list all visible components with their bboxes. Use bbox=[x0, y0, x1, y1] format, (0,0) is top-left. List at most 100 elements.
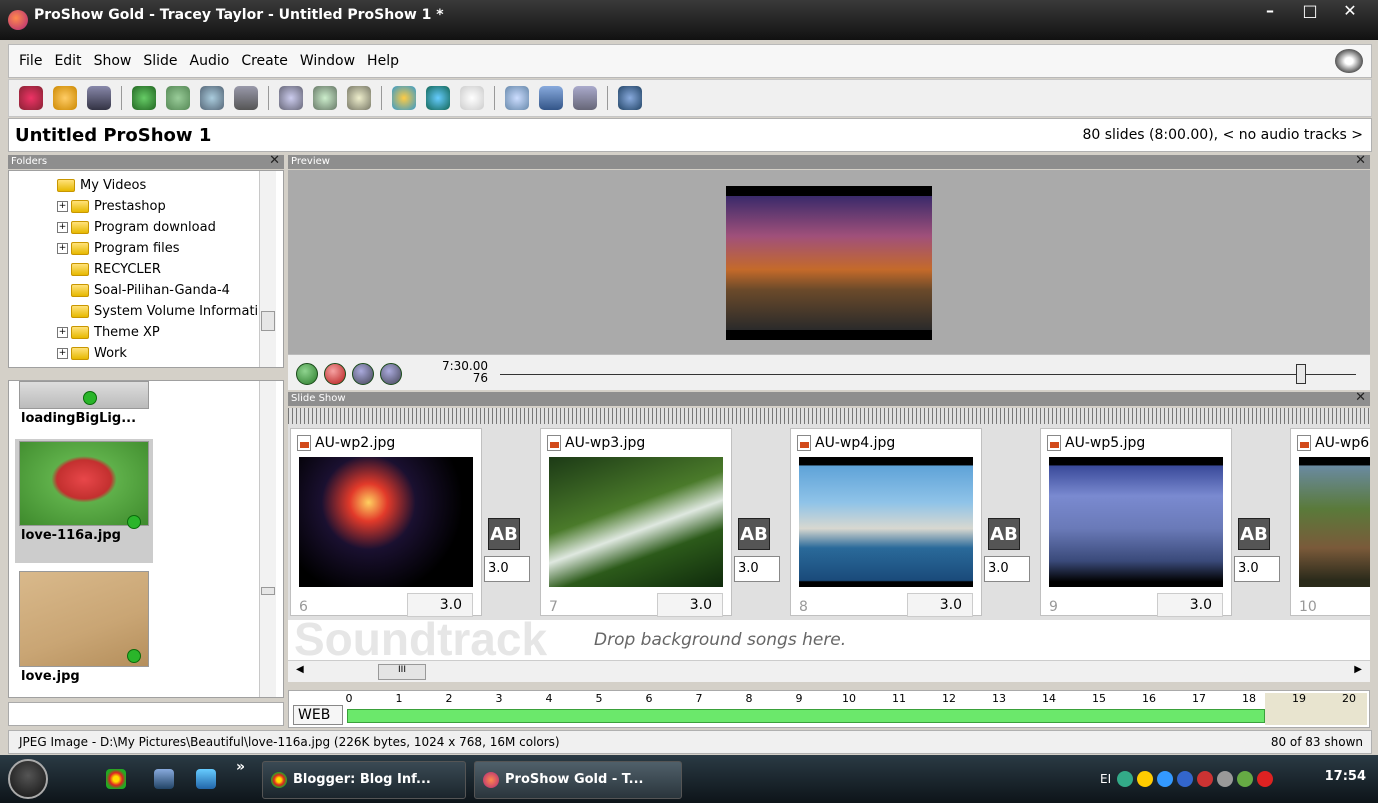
security-icon[interactable] bbox=[1137, 771, 1154, 787]
menu-file[interactable]: File bbox=[19, 53, 42, 69]
slideshow-close-icon[interactable]: ✕ bbox=[1355, 391, 1366, 405]
folder-item[interactable]: Soal-Pilihan-Ganda-4 bbox=[71, 280, 230, 301]
maximize-button[interactable]: □ bbox=[1290, 0, 1330, 24]
output-format-label[interactable]: WEB bbox=[293, 705, 343, 725]
create-cd-icon[interactable] bbox=[347, 86, 371, 110]
playback-slider-knob[interactable] bbox=[1296, 364, 1306, 384]
layer-editor-icon[interactable] bbox=[200, 86, 224, 110]
transition-ab-icon[interactable]: AB bbox=[738, 518, 770, 550]
slide-item[interactable]: AU-wp5.jpg 9 3.0 bbox=[1040, 428, 1232, 617]
file-icon[interactable] bbox=[196, 769, 216, 789]
create-vcd-icon[interactable] bbox=[313, 86, 337, 110]
web-show-icon[interactable] bbox=[392, 86, 416, 110]
preview-close-icon[interactable]: ✕ bbox=[1355, 154, 1366, 168]
menu-audio[interactable]: Audio bbox=[190, 53, 230, 69]
update-icon[interactable] bbox=[1157, 771, 1174, 787]
slide-item[interactable]: AU-wp6 10 bbox=[1290, 428, 1370, 616]
transition-duration[interactable]: 3.0 bbox=[984, 556, 1030, 582]
soundtrack-area[interactable]: Soundtrack Drop background songs here. bbox=[288, 613, 1370, 665]
slide-options-icon[interactable] bbox=[166, 86, 190, 110]
antivirus-icon[interactable] bbox=[1197, 771, 1214, 787]
folders-close-icon[interactable]: ✕ bbox=[269, 154, 280, 168]
title-bar[interactable]: ProShow Gold - Tracey Taylor - Untitled … bbox=[0, 0, 1378, 40]
slide-duration[interactable]: 3.0 bbox=[907, 593, 973, 617]
create-dvd-icon[interactable] bbox=[279, 86, 303, 110]
folder-item[interactable]: + Prestashop bbox=[57, 196, 166, 217]
minimize-button[interactable]: – bbox=[1250, 0, 1290, 24]
transition-item[interactable]: AB 3.0 bbox=[734, 474, 790, 604]
menu-create[interactable]: Create bbox=[241, 53, 288, 69]
menu-edit[interactable]: Edit bbox=[54, 53, 81, 69]
scrollbar-thumb[interactable] bbox=[261, 587, 275, 595]
expand-icon[interactable]: + bbox=[57, 222, 68, 233]
folder-tree-scrollbar[interactable] bbox=[259, 171, 276, 367]
slide-item[interactable]: AU-wp2.jpg 6 3.0 bbox=[290, 428, 482, 617]
slide-list-scrollbar[interactable]: ◀ III ▶ bbox=[288, 660, 1370, 682]
volume-icon[interactable] bbox=[1217, 771, 1234, 787]
scrollbar-thumb[interactable]: III bbox=[378, 664, 426, 680]
bluetooth-icon[interactable] bbox=[1177, 771, 1194, 787]
quicklaunch-more-icon[interactable]: » bbox=[236, 759, 245, 775]
expand-icon[interactable]: + bbox=[57, 243, 68, 254]
thumbnail-item[interactable]: love.jpg bbox=[15, 571, 153, 684]
taskbar-blogger[interactable]: Blogger: Blog Inf... bbox=[262, 761, 466, 799]
play-button[interactable] bbox=[296, 363, 318, 385]
scroll-left-icon[interactable]: ◀ bbox=[296, 664, 304, 675]
language-indicator[interactable]: EI bbox=[1100, 772, 1111, 786]
expand-icon[interactable]: + bbox=[57, 201, 68, 212]
thumbnail-item-selected[interactable]: love-116a.jpg bbox=[15, 439, 153, 563]
save-show-icon[interactable] bbox=[87, 86, 111, 110]
thumbnail-item[interactable]: loadingBigLig... bbox=[15, 381, 153, 426]
folder-item[interactable]: + Theme XP bbox=[57, 322, 160, 343]
menu-window[interactable]: Window bbox=[300, 53, 355, 69]
taskbar-proshow[interactable]: ProShow Gold - T... bbox=[474, 761, 682, 799]
email-icon[interactable] bbox=[460, 86, 484, 110]
new-show-icon[interactable] bbox=[19, 86, 43, 110]
executable-icon[interactable] bbox=[505, 86, 529, 110]
network-icon[interactable] bbox=[1117, 771, 1134, 787]
folder-item[interactable]: + Program files bbox=[57, 238, 180, 259]
close-button[interactable]: ✕ bbox=[1330, 0, 1370, 24]
transition-duration[interactable]: 3.0 bbox=[1234, 556, 1280, 582]
scroll-right-icon[interactable]: ▶ bbox=[1354, 664, 1362, 675]
transition-item[interactable]: AB 3.0 bbox=[1234, 474, 1290, 604]
stop-button[interactable] bbox=[324, 363, 346, 385]
help-icon[interactable] bbox=[618, 86, 642, 110]
device-icon[interactable] bbox=[573, 86, 597, 110]
playback-slider[interactable] bbox=[500, 374, 1356, 375]
thumbnails-scrollbar[interactable] bbox=[259, 381, 276, 697]
expand-icon[interactable]: + bbox=[57, 348, 68, 359]
menu-slide[interactable]: Slide bbox=[143, 53, 177, 69]
transition-duration[interactable]: 3.0 bbox=[734, 556, 780, 582]
globe-icon[interactable] bbox=[426, 86, 450, 110]
slide-duration[interactable]: 3.0 bbox=[657, 593, 723, 617]
open-show-icon[interactable] bbox=[53, 86, 77, 110]
word-icon[interactable] bbox=[154, 769, 174, 789]
slide-item[interactable]: AU-wp3.jpg 7 3.0 bbox=[540, 428, 732, 617]
transition-item[interactable]: AB 3.0 bbox=[484, 474, 540, 604]
chrome-icon[interactable] bbox=[106, 769, 126, 789]
screen-saver-icon[interactable] bbox=[539, 86, 563, 110]
folder-item[interactable]: + Program download bbox=[57, 217, 216, 238]
expand-icon[interactable]: + bbox=[57, 327, 68, 338]
shield-icon[interactable] bbox=[1257, 771, 1274, 787]
start-button[interactable] bbox=[8, 759, 48, 799]
slide-item[interactable]: AU-wp4.jpg 8 3.0 bbox=[790, 428, 982, 617]
transition-ab-icon[interactable]: AB bbox=[488, 518, 520, 550]
transition-ab-icon[interactable]: AB bbox=[988, 518, 1020, 550]
proshow-app-icon[interactable] bbox=[8, 10, 28, 30]
folder-item[interactable]: System Volume Informati bbox=[71, 301, 258, 322]
slide-duration[interactable]: 3.0 bbox=[1157, 593, 1223, 617]
play-icon[interactable] bbox=[132, 86, 156, 110]
tray-app-icon[interactable] bbox=[1237, 771, 1254, 787]
folder-item[interactable]: My Videos bbox=[57, 175, 146, 196]
transition-duration[interactable]: 3.0 bbox=[484, 556, 530, 582]
light-box-icon[interactable] bbox=[234, 86, 258, 110]
menu-help[interactable]: Help bbox=[367, 53, 399, 69]
folder-item[interactable]: RECYCLER bbox=[71, 259, 161, 280]
transition-item[interactable]: AB 3.0 bbox=[984, 474, 1040, 604]
taskbar-clock[interactable]: 17:54 bbox=[1325, 769, 1366, 784]
folder-item[interactable]: + Work bbox=[57, 343, 127, 364]
next-slide-button[interactable] bbox=[380, 363, 402, 385]
transition-ab-icon[interactable]: AB bbox=[1238, 518, 1270, 550]
